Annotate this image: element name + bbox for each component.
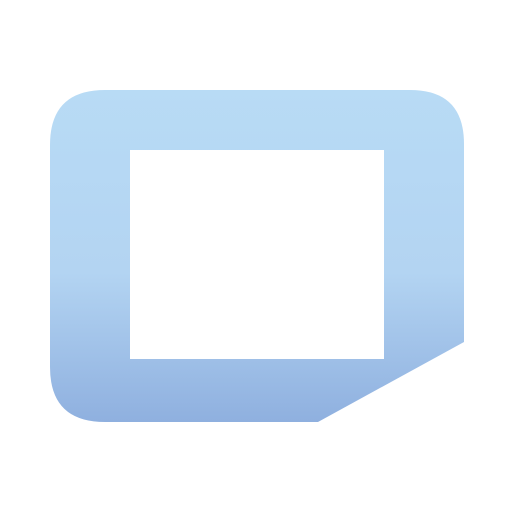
inner-window <box>130 150 384 359</box>
icon-canvas <box>0 0 512 512</box>
note-frame-icon <box>50 90 464 422</box>
